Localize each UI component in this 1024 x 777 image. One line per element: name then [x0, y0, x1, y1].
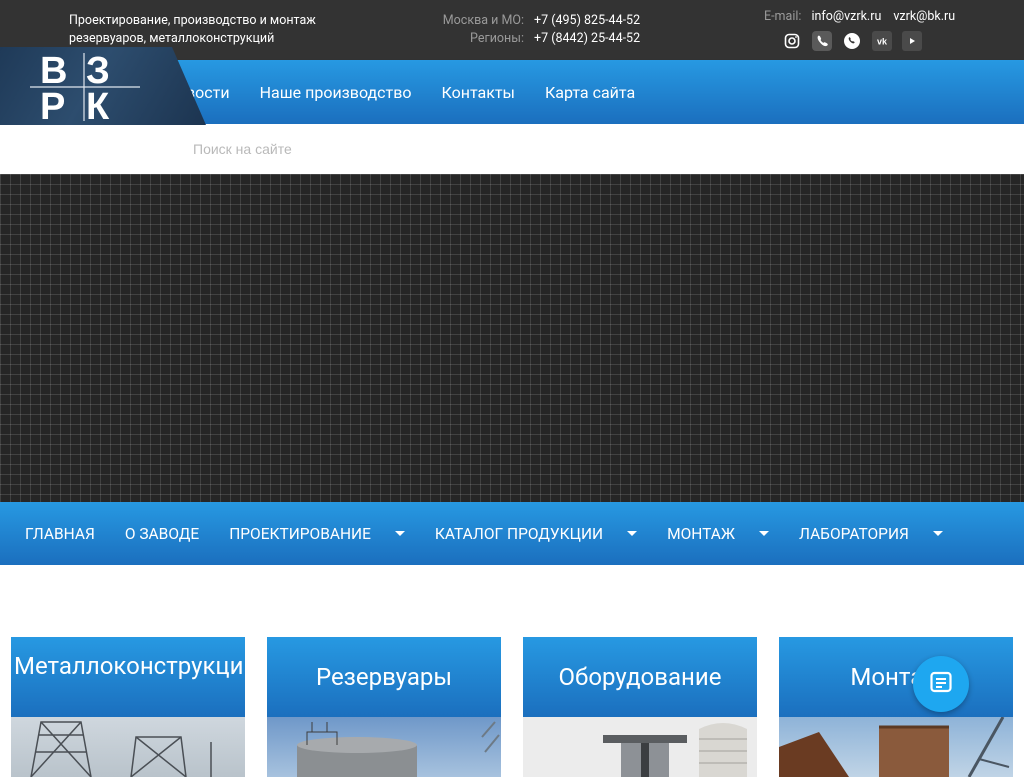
svg-text:Р: Р [40, 86, 65, 125]
main-menu-label: Главная [25, 524, 95, 543]
youtube-icon[interactable] [902, 31, 922, 51]
top-menu: вости Наше производство Контакты Карта с… [186, 60, 635, 124]
phone-link-regions[interactable]: +7 (8442) 25-44-52 [534, 30, 640, 48]
chat-icon [929, 670, 953, 698]
email-link-bk[interactable]: vzrk@bk.ru [893, 8, 955, 26]
category-cards: Металлоконструкции Резервуары Оборудован… [11, 637, 1013, 777]
svg-text:vk: vk [877, 37, 888, 47]
tagline-line-2: резервуаров, металлоконструкций [69, 31, 275, 46]
top-menu-contacts[interactable]: Контакты [442, 83, 515, 102]
main-menu-label: Лаборатория [798, 524, 909, 543]
card-tanks[interactable]: Резервуары [267, 637, 501, 777]
main-menu-label: Каталог продукции [434, 524, 604, 543]
main-menu-home[interactable]: Главная [25, 525, 95, 543]
tagline-line-1: Проектирование, производство и монтаж [69, 13, 316, 28]
whatsapp-icon[interactable] [842, 31, 862, 51]
phone-row-regions: Регионы: +7 (8442) 25-44-52 [420, 30, 640, 48]
chevron-down-icon[interactable] [932, 531, 943, 536]
card-equipment[interactable]: Оборудование [523, 637, 757, 777]
card-installation[interactable]: Монтаж [779, 637, 1013, 777]
main-menu-catalog[interactable]: Каталог продукции [434, 524, 638, 543]
search-row [0, 124, 1024, 174]
chevron-down-icon[interactable] [627, 531, 638, 536]
company-logo[interactable]: В З Р К [0, 47, 206, 125]
card-title: Оборудование [523, 637, 757, 717]
company-tagline: Проектирование, производство и монтаж ре… [69, 12, 329, 48]
main-menu-design[interactable]: Проектирование [229, 525, 405, 543]
phone-block: Москва и МО: +7 (495) 825-44-52 Регионы:… [420, 12, 640, 48]
social-links: vk [782, 31, 922, 51]
phone-label: Москва и МО: [442, 13, 524, 28]
chevron-down-icon[interactable] [758, 531, 769, 536]
top-menu-production[interactable]: Наше производство [260, 83, 412, 102]
chevron-down-icon[interactable] [394, 531, 405, 536]
viber-icon[interactable] [812, 31, 832, 51]
search-input[interactable] [185, 136, 585, 162]
email-block: E-mail: info@vzrk.ru vzrk@bk.ru [760, 8, 967, 26]
top-menu-sitemap[interactable]: Карта сайта [545, 83, 635, 102]
vk-icon[interactable]: vk [872, 31, 892, 51]
email-link-info[interactable]: info@vzrk.ru [811, 8, 881, 26]
main-menu-label: Проектирование [229, 524, 371, 543]
main-menu-installation[interactable]: Монтаж [667, 525, 769, 543]
instagram-icon[interactable] [782, 31, 802, 51]
phone-row-moscow: Москва и МО: +7 (495) 825-44-52 [420, 12, 640, 30]
card-image-installation [779, 717, 1013, 777]
phone-label: Регионы: [470, 31, 524, 46]
card-image-metal-structures [11, 717, 245, 777]
main-menu: Главная О заводе Проектирование Каталог … [0, 502, 1024, 565]
main-menu-about[interactable]: О заводе [125, 525, 199, 543]
card-title: Монтаж [779, 637, 1013, 717]
main-menu-laboratory[interactable]: Лаборатория [799, 525, 943, 543]
hero-banner [0, 174, 1024, 502]
card-image-equipment [523, 717, 757, 777]
phone-link-moscow[interactable]: +7 (495) 825-44-52 [534, 12, 640, 30]
chat-button[interactable] [913, 656, 969, 712]
svg-text:К: К [86, 86, 110, 125]
card-image-tanks [267, 717, 501, 777]
main-menu-label: Монтаж [667, 524, 735, 543]
main-menu-label: О заводе [124, 524, 200, 543]
card-title: Металлоконструкции [11, 637, 245, 717]
email-label: E-mail: [764, 9, 802, 24]
card-metal-structures[interactable]: Металлоконструкции [11, 637, 245, 777]
card-title: Резервуары [267, 637, 501, 717]
